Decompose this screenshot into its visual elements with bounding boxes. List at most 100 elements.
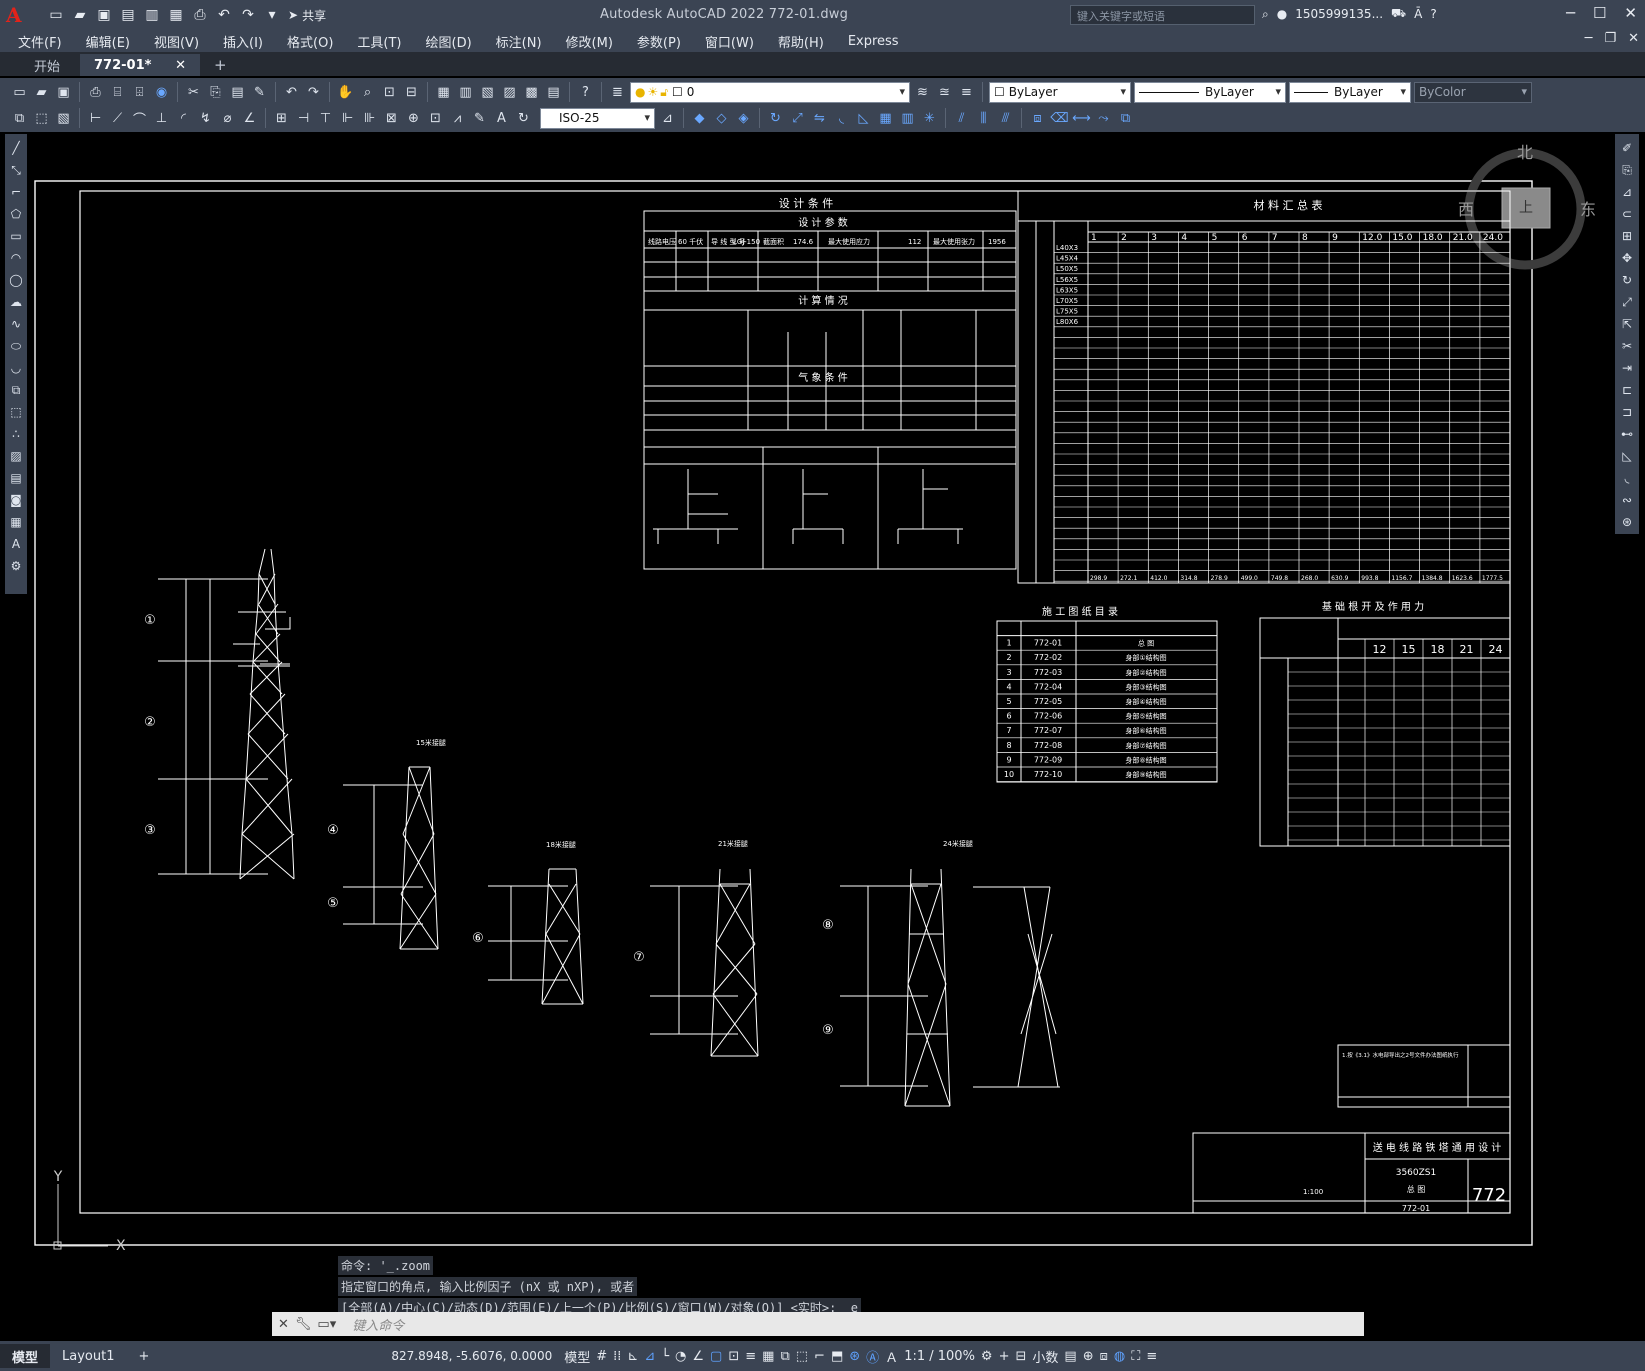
user-icon[interactable]: ● [1277, 7, 1287, 21]
make-current-layer-icon[interactable]: ≋ [913, 83, 932, 102]
jogged-linear-icon[interactable]: ⩘ [448, 109, 467, 128]
3d-osnap-icon[interactable]: ⬚ [796, 1349, 808, 1364]
make-block-icon[interactable]: ⬚ [32, 109, 51, 128]
menu-format[interactable]: 格式(O) [287, 32, 333, 51]
web-save-icon[interactable]: ▦ [166, 6, 186, 24]
extend-icon[interactable]: ⫼ [974, 109, 993, 128]
tolerance-icon[interactable]: ⊠ [382, 109, 401, 128]
publish-icon[interactable]: ⌹ [130, 83, 149, 102]
selection-filter-icon[interactable]: ⬒ [831, 1349, 843, 1364]
dim-style-manager-icon[interactable]: ⊿ [658, 109, 677, 128]
trim-icon[interactable]: ✂ [1618, 336, 1636, 356]
construction-line-icon[interactable]: ⤡ [7, 160, 25, 180]
annotation-scale[interactable]: 1:1 / 100% [904, 1349, 975, 1364]
point-icon[interactable]: ∴ [7, 424, 25, 444]
tab-model[interactable]: 模型 [0, 1344, 51, 1368]
workspace-gear-icon[interactable]: ⚙ [981, 1349, 993, 1364]
circle-icon[interactable]: ◯ [7, 270, 25, 290]
fillet-icon[interactable]: ◟ [832, 109, 851, 128]
lengthen-icon[interactable]: ⟷ [1072, 109, 1091, 128]
lineweight-icon[interactable]: ≡ [745, 1349, 756, 1364]
offset-icon[interactable]: ▥ [898, 109, 917, 128]
menu-dimension[interactable]: 标注(N) [496, 32, 542, 51]
calculator-icon[interactable]: ▤ [544, 83, 563, 102]
command-recent-icon[interactable]: ▭▾ [317, 1317, 336, 1332]
isolate-icon[interactable]: ⧈ [1100, 1349, 1108, 1364]
dim-space-icon[interactable]: ⊩ [338, 109, 357, 128]
zoom-realtime-icon[interactable]: ⌕ [358, 83, 377, 102]
explode-icon[interactable]: ⊛ [1618, 512, 1636, 532]
baseline-dim-icon[interactable]: ⊣ [294, 109, 313, 128]
plot-icon[interactable]: ⎙ [86, 83, 105, 102]
command-close-icon[interactable]: ✕ [278, 1317, 289, 1332]
menu-view[interactable]: 视图(V) [154, 32, 199, 51]
customize-qat-icon[interactable]: ▾ [262, 6, 282, 24]
ellipse-arc-icon[interactable]: ◡ [7, 358, 25, 378]
menu-tools[interactable]: 工具(T) [357, 32, 401, 51]
viewcube-east[interactable]: 东 [1580, 200, 1596, 219]
tab-close-icon[interactable]: ✕ [175, 58, 186, 73]
scale-icon[interactable]: ⤢ [1618, 292, 1636, 312]
viewcube-north[interactable]: 北 [1517, 143, 1533, 162]
coordinate-readout[interactable]: 827.8948, -5.6076, 0.0000 [391, 1349, 552, 1363]
move-icon[interactable]: ✥ [1618, 248, 1636, 268]
auto-scale-icon[interactable]: Ａ [885, 1347, 898, 1366]
menu-express[interactable]: Express [848, 34, 899, 49]
customization-icon[interactable]: ≡ [1146, 1349, 1157, 1364]
break-icon[interactable]: ⫻ [996, 109, 1015, 128]
model-space-canvas[interactable]: 上 北 西 东 设 计 条 件 设 计 参 数 计 算 情 况 气 象 条 件 [28, 134, 1608, 1339]
help-icon[interactable]: ? [576, 83, 595, 102]
ordinate-dim-icon[interactable]: ⊥ [152, 109, 171, 128]
join-icon[interactable]: ⊷ [1618, 424, 1636, 444]
add-layout-icon[interactable]: + [126, 1349, 161, 1364]
insert-block-icon[interactable]: ⧉ [10, 109, 29, 128]
dynamic-ucs-icon[interactable]: ⌐ [814, 1349, 825, 1364]
group-icon[interactable]: ⧉ [1116, 109, 1135, 128]
extend-icon[interactable]: ⇥ [1618, 358, 1636, 378]
help-icon[interactable]: ? [1430, 7, 1436, 21]
dim-update-icon[interactable]: ↻ [514, 109, 533, 128]
line-icon[interactable]: ╱ [7, 138, 25, 158]
doc-restore-icon[interactable]: ❐ [1604, 31, 1616, 46]
layer-properties-icon[interactable]: ≣ [608, 83, 627, 102]
search-icon[interactable]: ⌕ [1262, 7, 1269, 22]
quick-properties-icon[interactable]: ▤ [1064, 1349, 1076, 1364]
chamfer-icon[interactable]: ◺ [854, 109, 873, 128]
isodraft-icon[interactable]: ∠ [692, 1349, 704, 1364]
region-icon[interactable]: ◙ [7, 490, 25, 510]
open-icon[interactable]: ▰ [32, 83, 51, 102]
offset-icon[interactable]: ⊂ [1618, 204, 1636, 224]
arc-icon[interactable]: ◠ [7, 248, 25, 268]
autocad-logo-icon[interactable]: A [6, 2, 32, 28]
doc-minimize-icon[interactable]: ─ [1585, 31, 1593, 46]
mtext-icon[interactable]: A [7, 534, 25, 554]
undo-icon[interactable]: ↶ [282, 83, 301, 102]
save-as-icon[interactable]: ▤ [118, 6, 138, 24]
command-customize-icon[interactable]: 🔧︎ [295, 1317, 312, 1332]
diameter-dim-icon[interactable]: ⌀ [218, 109, 237, 128]
arc-length-icon[interactable]: ⌒ [130, 109, 149, 128]
hatch-icon[interactable]: ▨ [7, 446, 25, 466]
trim-icon[interactable]: ⫽ [952, 109, 971, 128]
undo-icon[interactable]: ↶ [214, 6, 234, 24]
menu-edit[interactable]: 编辑(E) [86, 32, 130, 51]
redo-icon[interactable]: ↷ [304, 83, 323, 102]
continue-dim-icon[interactable]: ⊤ [316, 109, 335, 128]
help-search-input[interactable]: 键入关键字或短语 [1070, 5, 1255, 25]
fillet-icon[interactable]: ◟ [1618, 468, 1636, 488]
add-selected-icon[interactable]: ⚙ [7, 556, 25, 576]
dynamic-input-icon[interactable]: ⊿ [644, 1349, 655, 1364]
tool-palettes-icon[interactable]: ▧ [478, 83, 497, 102]
gradient-icon[interactable]: ▤ [7, 468, 25, 488]
menu-draw[interactable]: 绘图(D) [426, 32, 472, 51]
blend-icon[interactable]: ⤳ [1094, 109, 1113, 128]
osnap-icon[interactable]: ⊡ [728, 1349, 739, 1364]
model-space-toggle[interactable]: 模型 [564, 1347, 590, 1366]
polyline-icon[interactable]: ⌐ [7, 182, 25, 202]
ellipse-icon[interactable]: ⬭ [7, 336, 25, 356]
layer-dropdown[interactable]: ● ☀ 🔓︎ ☐ 0 [630, 81, 910, 103]
tab-layout1[interactable]: Layout1 [50, 1349, 126, 1364]
break-at-point-icon[interactable]: ⊏ [1618, 380, 1636, 400]
menu-insert[interactable]: 插入(I) [223, 32, 263, 51]
viewcube-west[interactable]: 西 [1458, 200, 1474, 219]
